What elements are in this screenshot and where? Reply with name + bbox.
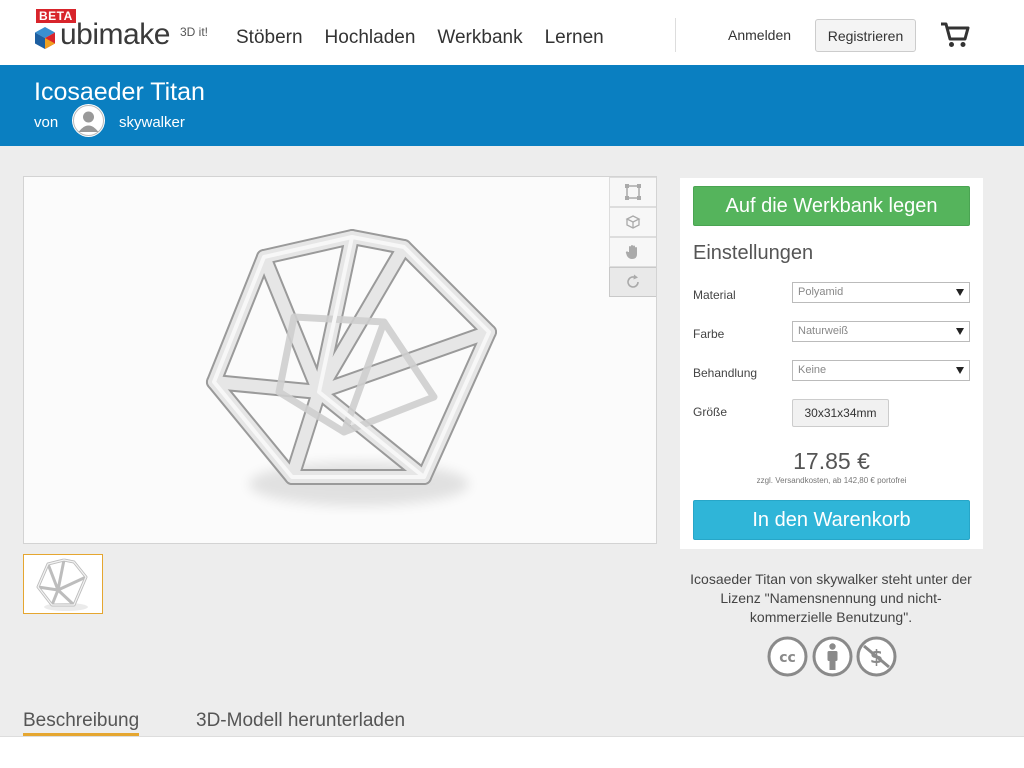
finish-dropdown-arrow-icon	[956, 367, 964, 374]
configuration-panel: Auf die Werkbank legen Einstellungen Mat…	[680, 178, 983, 549]
size-label: Größe	[693, 405, 728, 419]
product-title: Icosaeder Titan	[34, 78, 205, 106]
color-label: Farbe	[693, 327, 725, 341]
svg-text:cc: cc	[779, 650, 796, 666]
tab-description[interactable]: Beschreibung	[23, 709, 140, 736]
material-dropdown-arrow-icon	[956, 289, 964, 296]
icosahedron-thumbnail-image	[36, 558, 88, 611]
product-header-band: Icosaeder Titan von skywalker	[0, 65, 1024, 146]
shipping-note[interactable]: zzgl. Versandkosten, ab 142,80 € portofr…	[680, 476, 983, 486]
finish-label: Behandlung	[693, 366, 758, 380]
brand-name: ubimake	[60, 18, 170, 51]
tab-content-area	[0, 736, 1024, 768]
add-to-workbench-button[interactable]: Auf die Werkbank legen	[693, 186, 970, 226]
tool-rotate-cube[interactable]	[609, 207, 656, 237]
register-button[interactable]: Registrieren	[815, 19, 916, 52]
ubimake-logo[interactable]: BETA ubimake 3D it!	[32, 8, 222, 58]
by-attribution-icon[interactable]	[812, 636, 853, 677]
by-label: von	[34, 114, 59, 131]
tool-rotate[interactable]	[609, 267, 656, 297]
top-navigation-bar: BETA ubimake 3D it! Stöbern Hochladen We…	[0, 0, 1024, 65]
tab-download-model[interactable]: 3D-Modell herunterladen	[196, 709, 405, 733]
model-thumbnail[interactable]	[23, 554, 103, 614]
main-navigation: Stöbern Hochladen Werkbank Lernen	[236, 26, 626, 50]
finish-value: Keine	[798, 364, 827, 376]
cube-rotate-icon	[625, 215, 641, 229]
login-link[interactable]: Anmelden	[728, 26, 791, 44]
price: 17.85 €	[793, 448, 870, 474]
author-avatar-icon[interactable]	[72, 104, 105, 137]
color-select[interactable]: Naturweiß	[792, 321, 970, 342]
tool-fit[interactable]	[609, 177, 656, 207]
nav-workbench[interactable]: Werkbank	[437, 26, 522, 50]
nav-browse[interactable]: Stöbern	[236, 26, 303, 50]
nav-upload[interactable]: Hochladen	[325, 26, 416, 50]
license-icons: cc $	[767, 636, 897, 678]
reset-rotate-icon	[627, 274, 639, 288]
finish-select[interactable]: Keine	[792, 360, 970, 381]
header-divider	[675, 18, 676, 52]
icosahedron-model-render	[206, 229, 497, 506]
crop-frame-icon	[625, 184, 641, 200]
author-link[interactable]: skywalker	[119, 114, 185, 132]
tool-pan[interactable]	[609, 237, 656, 267]
nav-learn[interactable]: Lernen	[545, 26, 604, 50]
size-button[interactable]: 30x31x34mm	[792, 399, 889, 427]
material-label: Material	[693, 288, 736, 302]
model-viewer[interactable]	[23, 176, 657, 544]
material-select[interactable]: Polyamid	[792, 282, 970, 303]
non-commercial-icon[interactable]: $	[856, 636, 897, 677]
settings-heading: Einstellungen	[693, 242, 814, 264]
cc-icon[interactable]: cc	[767, 636, 808, 677]
hand-pan-icon	[625, 245, 637, 259]
add-to-cart-button[interactable]: In den Warenkorb	[693, 500, 970, 540]
license-text: Icosaeder Titan von skywalker steht unte…	[690, 571, 972, 625]
cube-logo-icon	[35, 27, 55, 49]
brand-tagline: 3D it!	[180, 25, 209, 39]
color-dropdown-arrow-icon	[956, 328, 964, 335]
material-value: Polyamid	[798, 286, 844, 298]
color-value: Naturweiß	[798, 325, 849, 337]
shopping-cart-icon[interactable]	[940, 22, 970, 48]
viewer-toolbar	[609, 177, 656, 297]
